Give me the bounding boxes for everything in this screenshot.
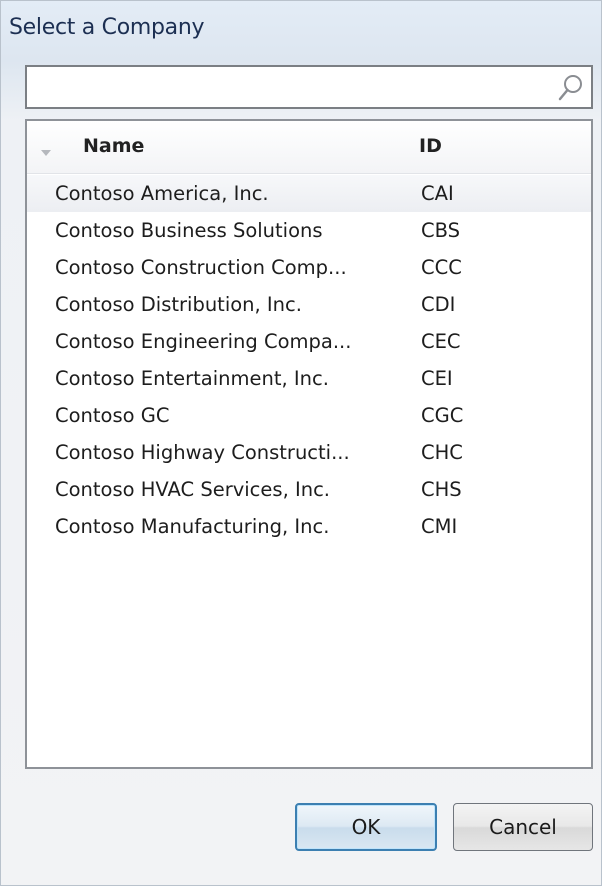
dialog-title-bar: Select a Company	[9, 15, 569, 55]
search-input[interactable]	[31, 69, 555, 107]
search-icon[interactable]	[555, 73, 585, 103]
company-id: CDI	[421, 293, 456, 316]
table-row[interactable]: Contoso Construction Comp... CCC	[27, 249, 591, 286]
company-name: Contoso America, Inc.	[55, 182, 269, 205]
company-id: CHS	[421, 478, 462, 501]
search-box[interactable]	[25, 65, 593, 109]
company-name: Contoso HVAC Services, Inc.	[55, 478, 330, 501]
company-name: Contoso Entertainment, Inc.	[55, 367, 329, 390]
company-name: Contoso Construction Comp...	[55, 256, 347, 279]
company-id: CEI	[421, 367, 453, 390]
list-rows: Contoso America, Inc. CAI Contoso Busine…	[27, 175, 591, 545]
company-name: Contoso Highway Constructi...	[55, 441, 350, 464]
table-row[interactable]: Contoso Manufacturing, Inc. CMI	[27, 508, 591, 545]
sort-descending-icon[interactable]	[41, 143, 51, 156]
company-name: Contoso Engineering Compa...	[55, 330, 352, 353]
table-row[interactable]: Contoso Distribution, Inc. CDI	[27, 286, 591, 323]
ok-button[interactable]: OK	[295, 803, 437, 851]
table-row[interactable]: Contoso Engineering Compa... CEC	[27, 323, 591, 360]
list-header: Name ID	[27, 121, 591, 174]
dialog-title: Select a Company	[9, 15, 205, 40]
select-company-dialog: Select a Company Name ID Contoso America…	[0, 0, 602, 886]
column-header-id[interactable]: ID	[419, 135, 442, 157]
company-id: CEC	[421, 330, 461, 353]
table-row[interactable]: Contoso HVAC Services, Inc. CHS	[27, 471, 591, 508]
company-name: Contoso GC	[55, 404, 170, 427]
table-row[interactable]: Contoso America, Inc. CAI	[27, 175, 591, 212]
cancel-button[interactable]: Cancel	[453, 803, 593, 851]
table-row[interactable]: Contoso Entertainment, Inc. CEI	[27, 360, 591, 397]
company-id: CMI	[421, 515, 458, 538]
company-id: CAI	[421, 182, 454, 205]
company-name: Contoso Business Solutions	[55, 219, 323, 242]
company-id: CHC	[421, 441, 463, 464]
table-row[interactable]: Contoso GC CGC	[27, 397, 591, 434]
table-row[interactable]: Contoso Highway Constructi... CHC	[27, 434, 591, 471]
company-id: CCC	[421, 256, 462, 279]
company-id: CGC	[421, 404, 464, 427]
column-header-name[interactable]: Name	[83, 135, 144, 157]
company-name: Contoso Manufacturing, Inc.	[55, 515, 330, 538]
company-name: Contoso Distribution, Inc.	[55, 293, 302, 316]
company-id: CBS	[421, 219, 461, 242]
table-row[interactable]: Contoso Business Solutions CBS	[27, 212, 591, 249]
company-list: Name ID Contoso America, Inc. CAI Contos…	[25, 119, 593, 769]
